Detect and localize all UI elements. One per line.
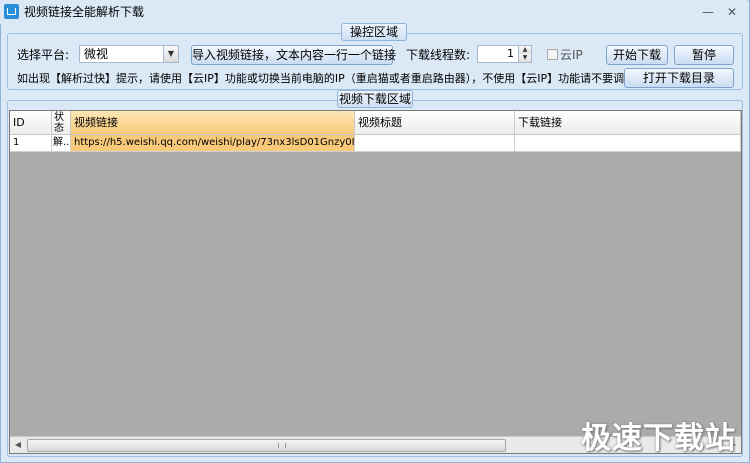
column-header-video-link[interactable]: 视频链接 [71, 111, 355, 135]
cloud-ip-label: 云IP [560, 48, 583, 62]
threads-value: 1 [507, 47, 514, 60]
threads-label: 下载线程数: [406, 48, 471, 62]
title-bar[interactable]: 视频链接全能解析下载 — ✕ [0, 0, 748, 24]
close-icon[interactable]: ✕ [724, 4, 740, 20]
spin-up-icon[interactable]: ▲ [518, 46, 531, 54]
table-cell-video-link[interactable]: https://h5.weishi.qq.com/weishi/play/73n… [71, 135, 355, 152]
table-cell-download-link[interactable] [515, 135, 741, 152]
import-links-button[interactable]: 导入视频链接，文本内容一行一个链接 [191, 45, 396, 65]
column-header-download-link[interactable]: 下载链接 [515, 111, 741, 135]
download-panel-legend: 视频下载区域 [337, 90, 413, 108]
table-cell-status[interactable]: 解... [52, 135, 71, 152]
scroll-left-icon[interactable]: ◀ [10, 437, 26, 453]
window-title: 视频链接全能解析下载 [24, 5, 145, 19]
hint-text: 如出现【解析过快】提示，请使用【云IP】功能或切换当前电脑的IP（重启猫或者重启… [17, 72, 669, 85]
threads-stepper[interactable]: 1 ▲ ▼ [477, 45, 532, 63]
download-table[interactable]: ID 状态 视频链接 视频标题 下载链接 1 解... https://h5.w… [9, 110, 742, 454]
column-header-id[interactable]: ID [10, 111, 52, 135]
column-header-status[interactable]: 状态 [52, 111, 71, 135]
open-download-dir-button[interactable]: 打开下载目录 [624, 68, 734, 88]
start-download-button[interactable]: 开始下载 [606, 45, 668, 65]
app-icon [4, 4, 19, 19]
platform-select[interactable]: 微视 ▼ [79, 45, 179, 63]
spin-down-icon[interactable]: ▼ [518, 54, 531, 62]
watermark-logo: 极速下载站 [581, 421, 736, 456]
platform-label: 选择平台: [17, 48, 70, 62]
minimize-icon[interactable]: — [700, 4, 716, 20]
cloud-ip-checkbox[interactable] [547, 49, 558, 60]
chevron-down-icon[interactable]: ▼ [163, 46, 178, 62]
table-cell-video-title[interactable] [355, 135, 515, 152]
platform-select-value: 微视 [84, 47, 109, 61]
scrollbar-thumb[interactable] [27, 439, 506, 452]
pause-button[interactable]: 暂停 [674, 45, 734, 65]
control-panel-legend: 操控区域 [341, 23, 407, 41]
table-cell-id[interactable]: 1 [10, 135, 52, 152]
grip-icon [278, 443, 286, 448]
column-header-video-title[interactable]: 视频标题 [355, 111, 515, 135]
